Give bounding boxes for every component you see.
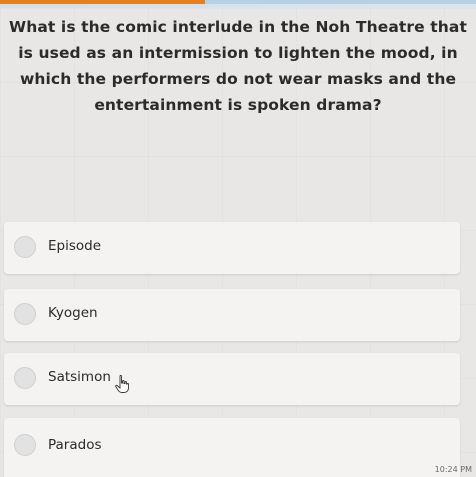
answer-option-parados[interactable]: Parados (4, 418, 460, 477)
radio-button[interactable] (14, 236, 36, 258)
answer-option-kyogen[interactable]: Kyogen (4, 289, 460, 341)
option-label: Kyogen (48, 305, 98, 321)
question-line: which the performers do not wear masks a… (19, 70, 457, 88)
radio-button[interactable] (14, 303, 36, 325)
progress-bar (0, 0, 476, 4)
question-line: entertainment is spoken drama? (94, 96, 382, 114)
hand-pointer-icon (115, 375, 129, 393)
option-label: Parados (48, 437, 102, 453)
question-line: is used as an intermission to lighten th… (18, 44, 458, 62)
option-label: Satsimon (48, 369, 111, 385)
progress-fill (0, 0, 205, 4)
answer-option-episode[interactable]: Episode (4, 222, 460, 274)
question-line: What is the comic interlude in the Noh T… (9, 18, 467, 36)
system-clock: 10:24 PM (434, 465, 472, 474)
answer-option-satsimon[interactable]: Satsimon (4, 353, 460, 405)
radio-button[interactable] (14, 434, 36, 456)
question-text: What is the comic interlude in the Noh T… (0, 14, 476, 118)
option-label: Episode (48, 238, 102, 254)
radio-button[interactable] (14, 367, 36, 389)
